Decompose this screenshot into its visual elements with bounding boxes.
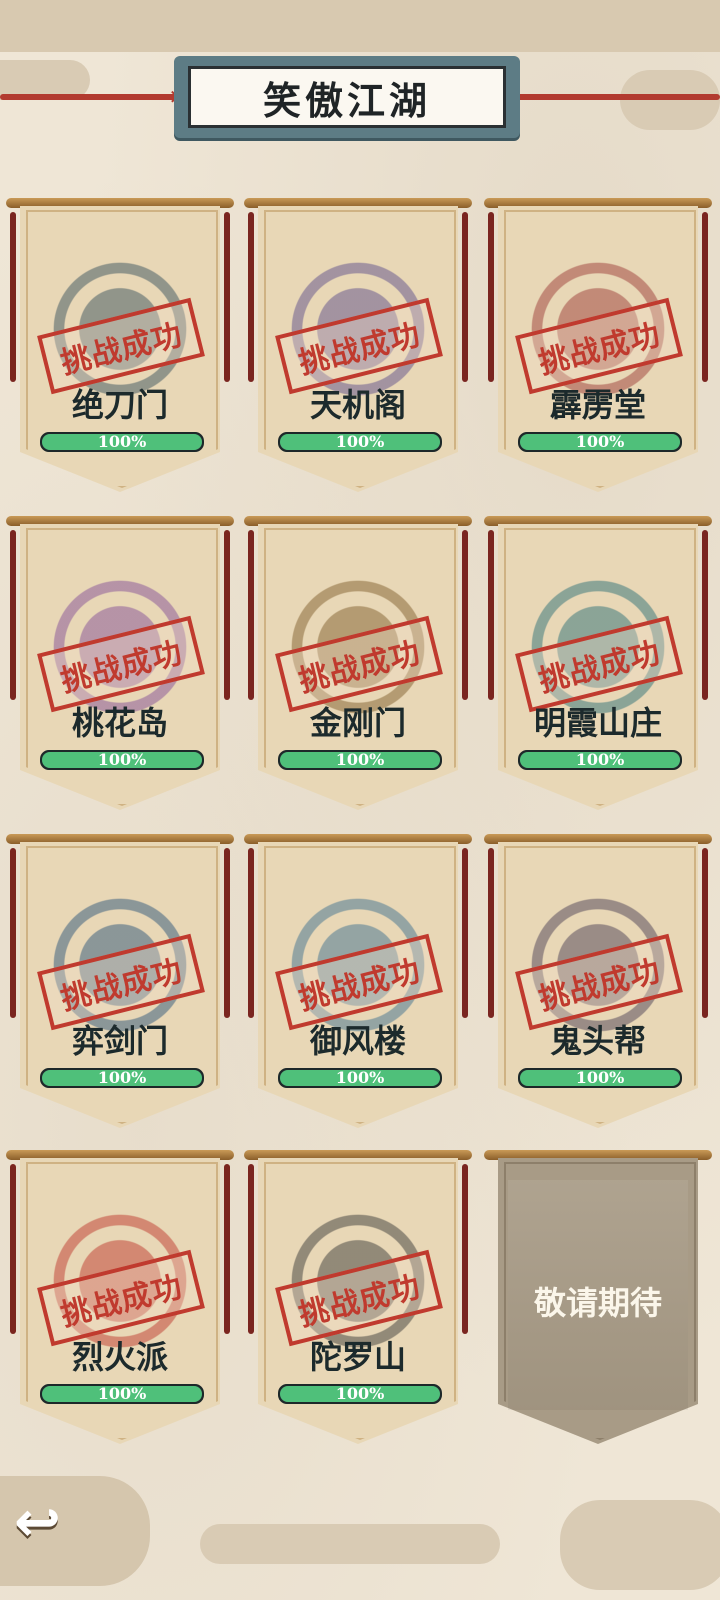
tassel-right <box>462 1164 468 1334</box>
sect-name: 桃花岛 <box>71 704 168 742</box>
coming-soon-label: 敬请期待 <box>533 1284 662 1322</box>
tassel-right <box>224 212 230 382</box>
sect-card[interactable]: 挑战成功 弈剑门 100% <box>6 834 234 1134</box>
tassel-left <box>488 212 494 382</box>
tassel-right <box>462 530 468 700</box>
tassel-left <box>10 212 16 382</box>
sect-card[interactable]: 挑战成功 天机阁 100% <box>244 198 472 498</box>
progress-label: 100% <box>335 1384 385 1403</box>
progress-bar: 100% <box>278 1068 442 1088</box>
progress-bar: 100% <box>40 1068 204 1088</box>
sect-name: 霹雳堂 <box>549 386 646 424</box>
tassel-right <box>702 848 708 1018</box>
progress-bar: 100% <box>518 750 682 770</box>
coming-soon-card: 敬请期待 <box>484 1150 712 1450</box>
sect-name: 弈剑门 <box>71 1022 168 1060</box>
sect-name: 绝刀门 <box>71 386 168 424</box>
tassel-left <box>10 848 16 1018</box>
sect-name: 明霞山庄 <box>533 704 662 742</box>
tassel-left <box>248 848 254 1018</box>
progress-label: 100% <box>575 1068 625 1087</box>
tassel-left <box>248 212 254 382</box>
progress-label: 100% <box>575 432 625 451</box>
progress-bar: 100% <box>518 432 682 452</box>
sect-name: 金刚门 <box>309 704 406 742</box>
sect-name: 御风楼 <box>309 1022 406 1060</box>
sect-card[interactable]: 挑战成功 霹雳堂 100% <box>484 198 712 498</box>
tassel-left <box>10 530 16 700</box>
progress-label: 100% <box>335 432 385 451</box>
sect-card[interactable]: 挑战成功 鬼头帮 100% <box>484 834 712 1134</box>
progress-label: 100% <box>97 1384 147 1403</box>
progress-label: 100% <box>97 432 147 451</box>
tassel-right <box>224 530 230 700</box>
tassel-left <box>248 1164 254 1334</box>
progress-bar: 100% <box>40 1384 204 1404</box>
progress-bar: 100% <box>40 750 204 770</box>
tassel-left <box>10 1164 16 1334</box>
progress-bar: 100% <box>278 1384 442 1404</box>
progress-label: 100% <box>335 1068 385 1087</box>
sect-card[interactable]: 挑战成功 陀罗山 100% <box>244 1150 472 1450</box>
progress-label: 100% <box>335 750 385 769</box>
progress-label: 100% <box>97 750 147 769</box>
sect-name: 陀罗山 <box>309 1338 406 1376</box>
sect-card[interactable]: 挑战成功 桃花岛 100% <box>6 516 234 816</box>
tassel-right <box>224 848 230 1018</box>
tassel-left <box>488 848 494 1018</box>
sect-card[interactable]: 挑战成功 烈火派 100% <box>6 1150 234 1450</box>
progress-label: 100% <box>575 750 625 769</box>
sect-name: 鬼头帮 <box>549 1022 646 1060</box>
back-button[interactable]: ↩ <box>0 1476 150 1586</box>
sect-grid: 挑战成功 绝刀门 100% 挑战成功 天机阁 100% 挑战成功 霹雳堂 100… <box>0 0 720 1600</box>
sect-card[interactable]: 挑战成功 金刚门 100% <box>244 516 472 816</box>
tassel-left <box>488 530 494 700</box>
tassel-right <box>224 1164 230 1334</box>
sect-name: 天机阁 <box>309 386 406 424</box>
tassel-right <box>462 848 468 1018</box>
tassel-left <box>248 530 254 700</box>
sect-card[interactable]: 挑战成功 明霞山庄 100% <box>484 516 712 816</box>
back-arrow-icon: ↩ <box>14 1490 61 1555</box>
sect-card[interactable]: 挑战成功 御风楼 100% <box>244 834 472 1134</box>
tassel-right <box>702 530 708 700</box>
progress-bar: 100% <box>40 432 204 452</box>
progress-bar: 100% <box>278 432 442 452</box>
tassel-right <box>462 212 468 382</box>
sect-card[interactable]: 挑战成功 绝刀门 100% <box>6 198 234 498</box>
progress-bar: 100% <box>278 750 442 770</box>
progress-label: 100% <box>97 1068 147 1087</box>
progress-bar: 100% <box>518 1068 682 1088</box>
sect-name: 烈火派 <box>71 1338 168 1376</box>
tassel-right <box>702 212 708 382</box>
